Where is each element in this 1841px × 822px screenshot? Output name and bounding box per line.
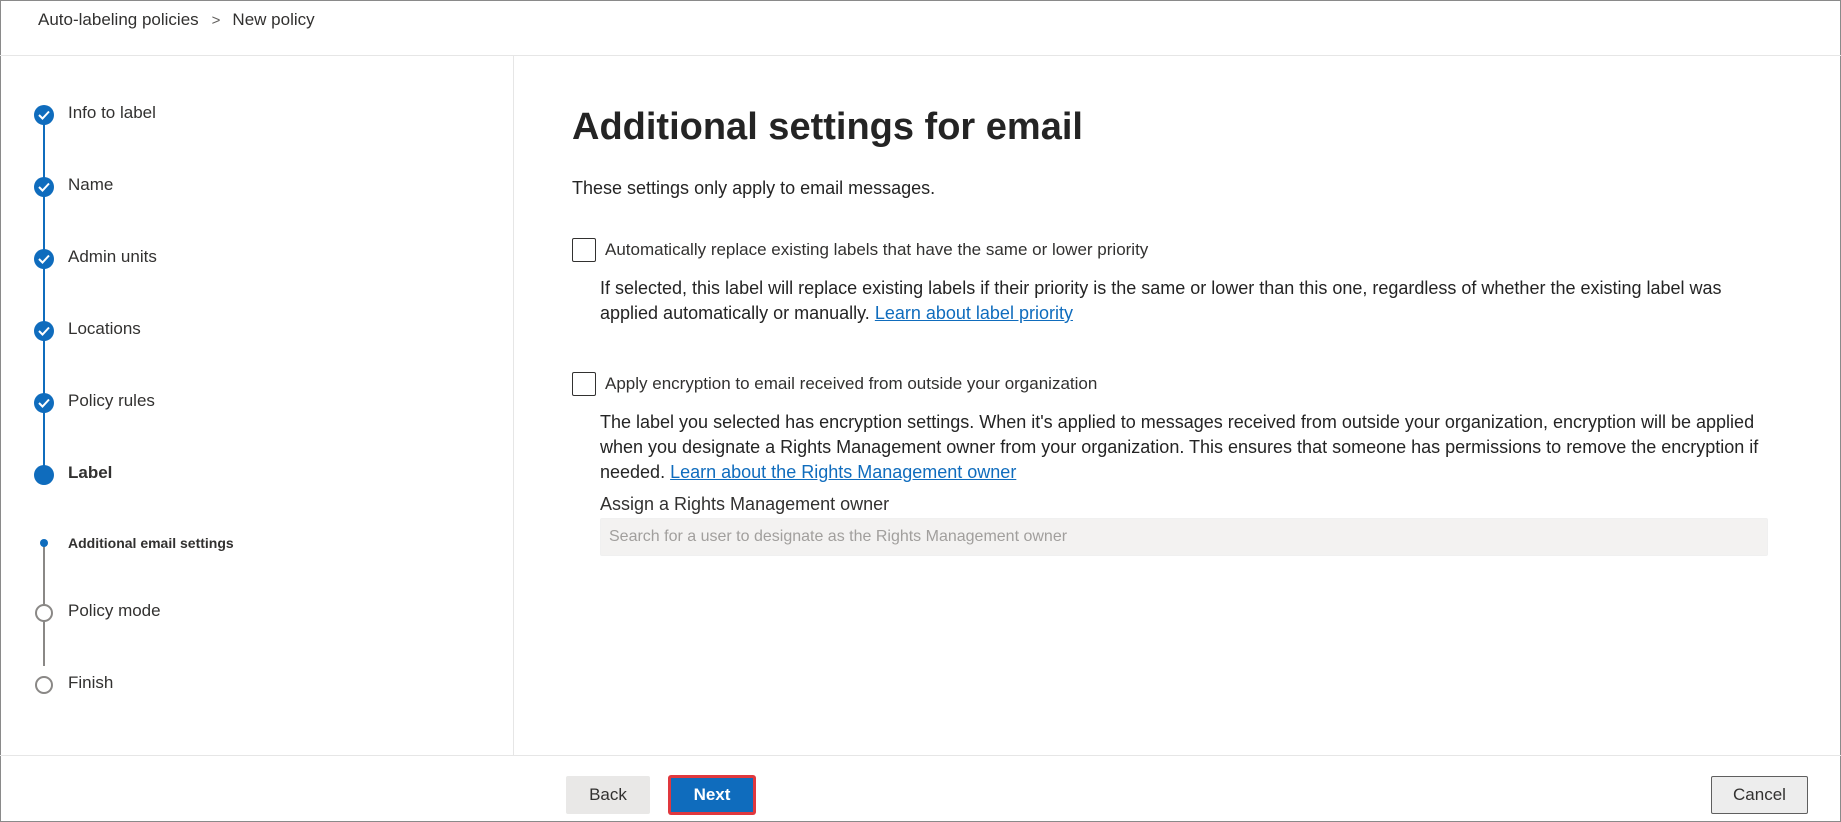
replace-labels-label[interactable]: Automatically replace existing labels th… (605, 240, 1148, 260)
breadcrumb: Auto-labeling policies > New policy (38, 10, 315, 30)
wizard-footer: Back Next Cancel (0, 755, 1841, 822)
page-header: Auto-labeling policies > New policy (0, 0, 1841, 56)
wizard-step-label: Policy mode (68, 601, 161, 620)
page-description: These settings only apply to email messa… (572, 178, 936, 198)
checkmark-circle-icon (34, 393, 54, 413)
rights-management-owner-label: Assign a Rights Management owner (600, 494, 890, 514)
checkmark-circle-icon (34, 177, 54, 197)
label-priority-link[interactable]: Learn about label priority (875, 303, 1073, 323)
main-content: Additional settings for email These sett… (515, 56, 1841, 755)
apply-encryption-help: The label you selected has encryption se… (600, 410, 1770, 485)
replace-labels-help-text: If selected, this label will replace exi… (600, 278, 1722, 323)
back-button[interactable]: Back (566, 776, 650, 814)
wizard-step-label: Policy rules (68, 391, 155, 410)
breadcrumb-parent-link[interactable]: Auto-labeling policies (38, 10, 199, 30)
dot-icon (40, 539, 48, 547)
checkmark-circle-icon (34, 105, 54, 125)
checkmark-circle-icon (34, 249, 54, 269)
progress-rail-complete (43, 122, 45, 478)
cancel-button[interactable]: Cancel (1711, 776, 1808, 814)
empty-circle-icon (35, 676, 53, 694)
wizard-step-label: Name (68, 175, 114, 194)
checkmark-circle-icon (34, 321, 54, 341)
wizard-step-label: Info to label (68, 103, 156, 122)
page-title: Additional settings for email (572, 106, 1083, 148)
chevron-right-icon: > (211, 11, 221, 29)
empty-circle-icon (35, 604, 53, 622)
wizard-step-label: Additional email settings (68, 535, 234, 551)
rights-management-owner-search-input[interactable] (600, 518, 1768, 556)
wizard-step-label: Admin units (68, 247, 157, 266)
wizard-step-nav: Info to label Name Admin units Locations… (0, 56, 514, 755)
apply-encryption-label[interactable]: Apply encryption to email received from … (605, 374, 1097, 394)
rights-management-owner-link[interactable]: Learn about the Rights Management owner (670, 462, 1016, 482)
filled-circle-icon (34, 465, 54, 485)
apply-encryption-option: Apply encryption to email received from … (572, 372, 1097, 396)
wizard-step-label: Locations (68, 319, 141, 338)
replace-labels-help: If selected, this label will replace exi… (600, 276, 1770, 326)
next-button[interactable]: Next (669, 776, 755, 814)
wizard-step-label: Label (68, 463, 113, 482)
wizard-step-label: Finish (68, 673, 114, 692)
breadcrumb-current: New policy (232, 10, 315, 29)
replace-labels-checkbox[interactable] (572, 238, 596, 262)
apply-encryption-checkbox[interactable] (572, 372, 596, 396)
replace-labels-option: Automatically replace existing labels th… (572, 238, 1148, 262)
